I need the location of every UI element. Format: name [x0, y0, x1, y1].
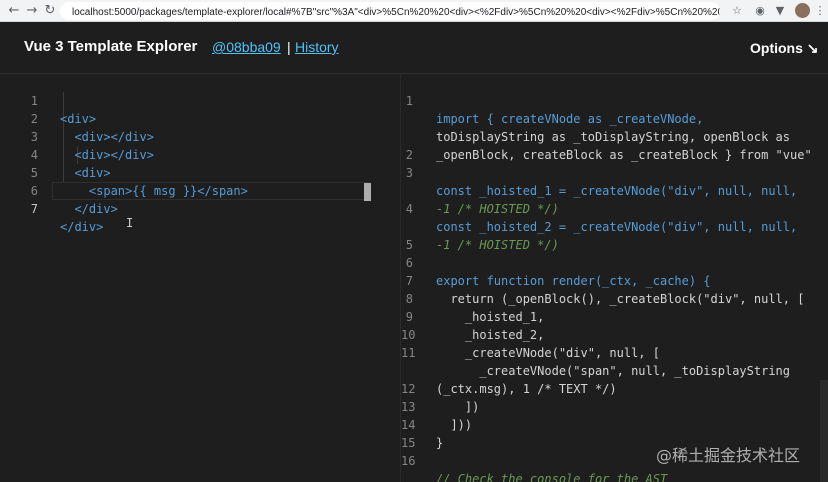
code-line: 2 <div></div> [0, 92, 400, 144]
options-button[interactable]: Options ↘ [750, 40, 819, 57]
code-line: 6 export function render(_ctx, _cache) { [401, 236, 828, 288]
url-text: localhost:5000/packages/template-explore… [72, 7, 720, 18]
star-icon[interactable]: ☆ [729, 3, 745, 19]
back-icon[interactable]: ← [6, 3, 22, 19]
text-cursor [364, 183, 371, 201]
reload-icon[interactable]: ↻ [42, 3, 58, 19]
vue-devtools-icon[interactable]: ▼ [772, 3, 788, 19]
code-line: 5 <span>{{ msg }}</span> [0, 146, 400, 198]
code-line: (_ctx.msg), 1 /* TEXT */) [401, 344, 828, 396]
code-line: 8 _hoisted_1, [401, 272, 828, 324]
code-line: 1 import { createVNode as _createVNode, [401, 74, 828, 126]
compiled-output-editor[interactable]: 1 import { createVNode as _createVNode, … [400, 74, 828, 482]
ibeam-cursor-icon: I [126, 216, 134, 230]
code-line: 5 [401, 218, 828, 252]
avatar[interactable] [795, 3, 810, 18]
code-line: 2 [401, 128, 828, 162]
code-line: 3 const _hoisted_1 = _createVNode("div",… [401, 146, 828, 198]
code-line: 4 const _hoisted_2 = _createVNode("div",… [401, 182, 828, 234]
code-line: 12 ]) [401, 362, 828, 414]
code-line: 13 ])) [401, 380, 828, 432]
line-number: 16 [401, 454, 416, 468]
code-line: 10 _createVNode("div", null, [ [401, 308, 828, 360]
forward-icon[interactable]: → [24, 3, 40, 19]
code-line: 7 </div> [0, 182, 400, 234]
extension-icon[interactable]: ◉ [752, 3, 768, 19]
code-line: -1 /* HOISTED */) [401, 164, 828, 216]
app-header: Vue 3 Template Explorer @08bba09 | Histo… [0, 22, 828, 74]
code-line: 1 <div> [0, 74, 400, 126]
code-line: 9 _hoisted_2, [401, 290, 828, 342]
code-line: 15 [401, 416, 828, 450]
code-line: -1 /* HOISTED */) [401, 200, 828, 252]
code-line: _openBlock, createBlock as _createBlock … [401, 110, 828, 162]
menu-icon[interactable]: ⋮ [812, 3, 828, 19]
template-editor[interactable]: 1 <div> 2 <div></div> 3 <div></div> 4 <d… [0, 74, 400, 482]
code-line: 3 <div></div> [0, 110, 400, 162]
page-title: Vue 3 Template Explorer [24, 38, 198, 55]
code-text: // Check the console for the AST [436, 472, 668, 482]
address-bar[interactable]: localhost:5000/packages/template-explore… [60, 2, 720, 20]
code-line: 4 <div> [0, 128, 400, 180]
code-text: </div> [60, 202, 118, 216]
code-line: 11 _createVNode("span", null, _toDisplay… [401, 326, 828, 378]
browser-toolbar: ← → ↻ localhost:5000/packages/template-e… [0, 0, 828, 22]
commit-link[interactable]: @08bba09 [212, 39, 281, 55]
code-line: 6 </div> [0, 164, 400, 216]
separator: | [287, 39, 291, 55]
code-text: </div> [60, 220, 104, 234]
code-line: 7 return (_openBlock(), _createBlock("di… [401, 254, 828, 306]
code-line: toDisplayString as _toDisplayString, ope… [401, 92, 828, 144]
line-number: 7 [30, 202, 38, 216]
history-link[interactable]: History [295, 39, 339, 55]
code-line: 14 } [401, 398, 828, 450]
watermark: @稀土掘金技术社区 [656, 446, 801, 465]
scrollbar[interactable] [820, 380, 828, 482]
